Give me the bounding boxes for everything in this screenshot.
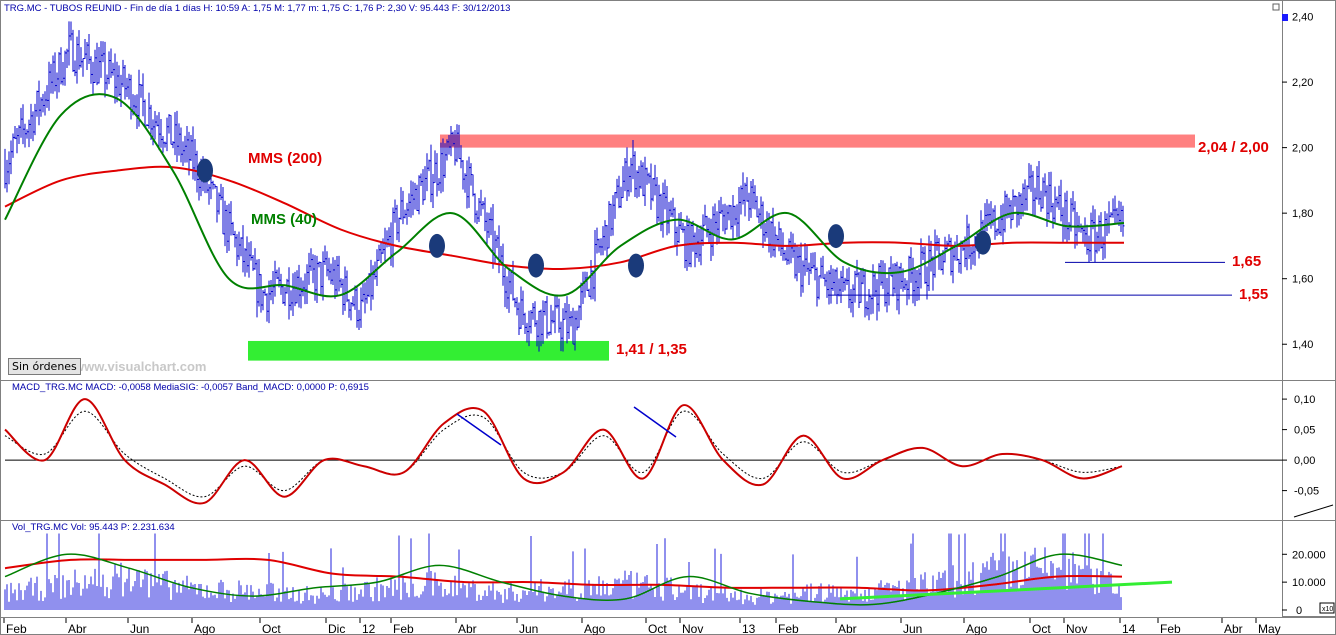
macd-info-text: MACD_TRG.MC MACD: -0,0058 MediaSIG: -0,0…	[12, 382, 369, 393]
date-label: Abr	[458, 622, 477, 635]
macd-tick-label: 0,10	[1294, 394, 1315, 406]
date-label: Oct	[648, 622, 667, 635]
date-label: Jun	[903, 622, 922, 635]
date-label: Ago	[584, 622, 606, 635]
resistance-zone	[440, 134, 1195, 148]
price-tick-label: 2,40	[1292, 12, 1313, 24]
scale-badge-text: x10	[1322, 606, 1333, 613]
date-label: Nov	[1066, 622, 1087, 635]
date-label: Abr	[838, 622, 857, 635]
price-tick-label: 1,40	[1292, 339, 1313, 351]
date-label: 14	[1122, 622, 1136, 635]
orders-button[interactable]: Sin órdenes	[8, 358, 81, 375]
date-label: Dic	[328, 622, 345, 635]
mms200-label: MMS (200)	[248, 150, 322, 167]
price-axis-strip	[1282, 0, 1336, 617]
macd-tick-label: -0,05	[1294, 486, 1319, 498]
level-155-label: 1,55	[1239, 286, 1268, 303]
price-tick-label: 2,00	[1292, 143, 1313, 155]
last-price-marker	[1282, 14, 1288, 21]
panel-frame-1	[0, 380, 1283, 521]
mms40-label: MMS (40)	[251, 211, 317, 228]
date-label: 12	[362, 622, 376, 635]
date-label: Oct	[1032, 622, 1051, 635]
crossover-marker	[197, 158, 213, 183]
date-label: May	[1258, 622, 1281, 635]
date-label: Ago	[194, 622, 216, 635]
price-tick-label: 1,60	[1292, 274, 1313, 286]
date-label: Jun	[519, 622, 538, 635]
support-zone	[248, 340, 609, 361]
volume-tick-label: 0	[1296, 605, 1302, 617]
date-label: Feb	[1160, 622, 1181, 635]
date-label: Feb	[393, 622, 414, 635]
watermark: www.visualchart.com	[73, 359, 206, 374]
date-label: Nov	[682, 622, 703, 635]
support-label: 1,41 / 1,35	[616, 341, 687, 358]
price-tick-label: 2,20	[1292, 77, 1313, 89]
volume-tick-label: 10.000	[1292, 577, 1326, 589]
date-label: Feb	[6, 622, 27, 635]
crossover-marker	[628, 253, 644, 278]
date-label: Feb	[778, 622, 799, 635]
date-label: Ago	[966, 622, 988, 635]
macd-tick-label: 0,00	[1294, 455, 1315, 467]
panel-frame-0	[0, 0, 1283, 381]
crossover-marker	[528, 253, 544, 278]
crossover-marker	[975, 230, 991, 255]
macd-tick-label: 0,05	[1294, 425, 1315, 437]
level-165-label: 1,65	[1232, 253, 1261, 270]
price-info-text: TRG.MC - TUBOS REUNID - Fin de día 1 día…	[4, 3, 510, 14]
crossover-marker	[828, 224, 844, 249]
price-tick-label: 1,80	[1292, 208, 1313, 220]
crossover-marker	[429, 233, 445, 258]
date-label: 13	[742, 622, 756, 635]
chart-window: MMS (200) MMS (40) 2,04 / 2,00 1,41 / 1,35 1…	[0, 0, 1336, 635]
date-label: Oct	[262, 622, 281, 635]
volume-info-text: Vol_TRG.MC Vol: 95.443 P: 2.231.634	[12, 522, 175, 533]
date-label: Abr	[1224, 622, 1243, 635]
volume-tick-label: 20.000	[1292, 549, 1326, 561]
date-label: Jun	[130, 622, 149, 635]
resistance-label: 2,04 / 2,00	[1198, 139, 1269, 156]
date-label: Abr	[68, 622, 87, 635]
trading-chart[interactable]: MMS (200) MMS (40) 2,04 / 2,00 1,41 / 1,35 1…	[0, 0, 1336, 635]
